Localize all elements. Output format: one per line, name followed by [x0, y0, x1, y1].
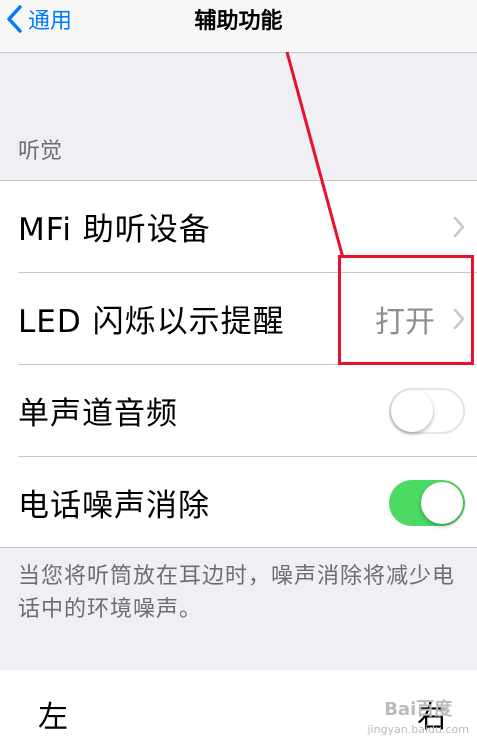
mono-audio-toggle[interactable]	[389, 387, 465, 434]
row-label: 电话噪声消除	[18, 488, 210, 524]
baidu-watermark: Bai百度 jingyan.baidu.com	[367, 700, 469, 740]
row-label: MFi 助听设备	[18, 212, 211, 248]
section-header-hearing: 听觉	[18, 139, 63, 164]
annotation-highlight-box	[338, 255, 474, 365]
watermark-brand: Bai百度	[384, 699, 453, 720]
watermark-url: jingyan.baidu.com	[367, 723, 469, 736]
row-label: 单声道音频	[18, 396, 178, 432]
page-title: 辅助功能	[194, 9, 283, 34]
row-label: LED 闪烁以示提醒	[18, 304, 285, 340]
toggle-knob	[421, 481, 463, 524]
noise-cancellation-toggle[interactable]	[389, 479, 465, 526]
row-phone-noise-cancellation: 电话噪声消除	[0, 457, 477, 548]
row-mono-audio: 单声道音频	[0, 365, 477, 456]
footer-note: 当您将听筒放在耳边时，噪声消除将减少电话中的环境噪声。	[18, 564, 456, 622]
toggle-knob	[391, 389, 433, 432]
chevron-right-icon	[453, 216, 465, 237]
navigation-bar: 通用 辅助功能	[0, 0, 477, 53]
left-label[interactable]: 左	[38, 692, 68, 736]
